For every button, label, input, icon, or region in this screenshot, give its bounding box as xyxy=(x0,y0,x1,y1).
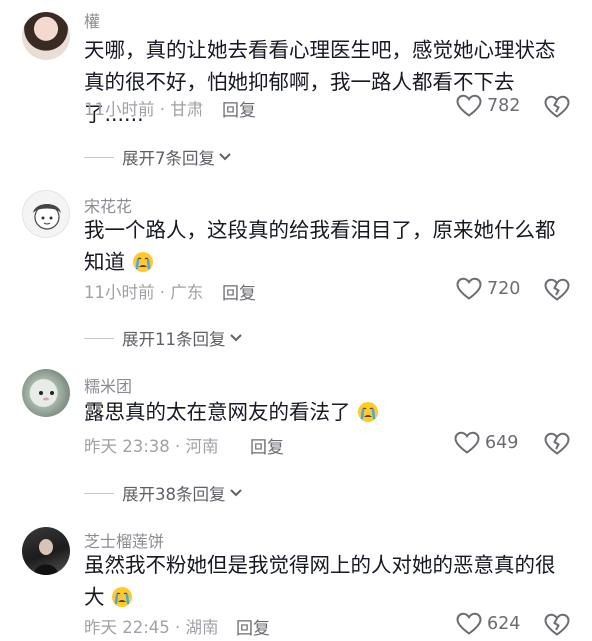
chevron-down-icon xyxy=(229,334,242,342)
photo-avatar-icon xyxy=(34,539,58,575)
comment-text: 虽然我不粉她但是我觉得网上的人对她的恶意真的很大 xyxy=(84,549,574,613)
expand-replies-button[interactable]: 展开7条回复 xyxy=(84,145,232,169)
heart-outline-icon xyxy=(454,431,480,454)
heart-outline-icon xyxy=(456,94,482,117)
reply-button[interactable]: 回复 xyxy=(250,433,284,458)
chevron-down-icon xyxy=(229,489,242,497)
avatar[interactable] xyxy=(22,527,70,575)
comment-text: 我一个路人，这段真的给我看泪目了，原来她什么都知道 xyxy=(84,214,574,278)
divider-line xyxy=(84,156,114,158)
comment-time-location: 昨天 23:38 · 河南 xyxy=(84,437,219,456)
broken-heart-icon xyxy=(544,278,570,301)
expand-replies-label: 展开11条回复 xyxy=(122,330,226,349)
avatar[interactable] xyxy=(22,12,70,60)
like-button[interactable]: 720 xyxy=(456,277,520,301)
avatar[interactable] xyxy=(22,369,70,417)
comment-text: 露思真的太在意网友的看法了 xyxy=(84,396,574,428)
divider-line xyxy=(84,492,114,494)
comment-text-content: 虽然我不粉她但是我觉得网上的人对她的恶意真的很大 xyxy=(84,553,556,609)
broken-heart-icon xyxy=(544,95,570,118)
dislike-button[interactable] xyxy=(544,278,570,306)
comment-text-content: 露思真的太在意网友的看法了 xyxy=(84,400,351,424)
reply-button[interactable]: 回复 xyxy=(222,279,256,304)
crying-face-emoji xyxy=(358,402,379,422)
dislike-button[interactable] xyxy=(544,432,570,460)
cartoon-avatar-icon xyxy=(33,204,61,230)
like-button[interactable]: 649 xyxy=(454,431,518,455)
comment-time-location: 11小时前 · 甘肃 xyxy=(84,100,204,119)
heart-outline-icon xyxy=(456,612,482,635)
broken-heart-icon xyxy=(544,613,570,636)
dislike-button[interactable] xyxy=(544,613,570,641)
like-button[interactable]: 782 xyxy=(456,94,520,118)
comment-time-location: 11小时前 · 广东 xyxy=(84,283,204,302)
expand-replies-button[interactable]: 展开11条回复 xyxy=(84,326,243,350)
like-count: 782 xyxy=(487,96,521,116)
reply-button[interactable]: 回复 xyxy=(222,96,256,121)
plush-toy-avatar-icon xyxy=(39,391,54,401)
comment-text-content: 我一个路人，这段真的给我看泪目了，原来她什么都知道 xyxy=(84,218,556,274)
comment-time-location: 昨天 22:45 · 湖南 xyxy=(84,618,219,637)
chevron-down-icon xyxy=(219,153,231,161)
reply-button[interactable]: 回复 xyxy=(236,614,270,639)
expand-replies-button[interactable]: 展开38条回复 xyxy=(84,481,243,505)
divider-line xyxy=(84,337,114,339)
expand-replies-label: 展开38条回复 xyxy=(122,485,226,504)
comment-username[interactable]: 權 xyxy=(84,8,100,32)
like-count: 649 xyxy=(485,433,519,453)
broken-heart-icon xyxy=(544,432,570,455)
crying-face-emoji xyxy=(132,252,153,272)
like-count: 624 xyxy=(487,614,521,634)
crying-face-emoji xyxy=(112,587,133,607)
heart-outline-icon xyxy=(456,277,482,300)
expand-replies-label: 展开7条回复 xyxy=(122,149,215,168)
avatar[interactable] xyxy=(22,190,70,238)
like-count: 720 xyxy=(487,279,521,299)
like-button[interactable]: 624 xyxy=(456,612,520,636)
comment-username[interactable]: 糯米团 xyxy=(84,373,132,397)
dislike-button[interactable] xyxy=(544,95,570,123)
